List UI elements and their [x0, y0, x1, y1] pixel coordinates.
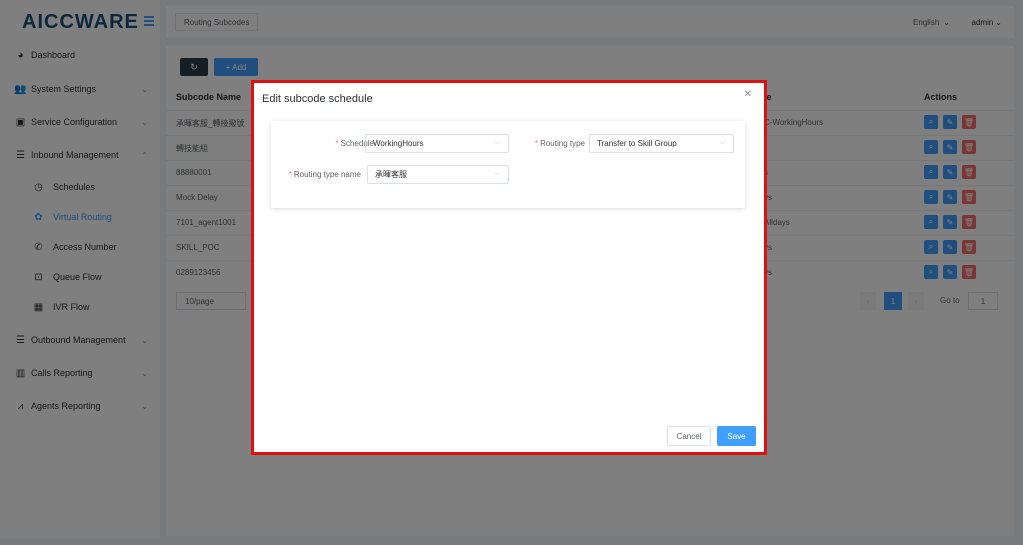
close-icon[interactable]: ✕: [744, 89, 752, 100]
routing-type-name-value: 承暉客服: [375, 170, 407, 179]
cancel-button[interactable]: Cancel: [667, 426, 711, 446]
chevron-down-icon: ⌵: [494, 139, 500, 146]
schedule-value: WorkingHours: [373, 139, 424, 148]
form-card: * Schedule WorkingHours ⌵ * Routing type T…: [271, 121, 745, 208]
edit-subcode-dialog: Edit subcode schedule ✕ * Schedule Workin…: [251, 80, 767, 455]
schedule-select[interactable]: WorkingHours ⌵: [365, 134, 509, 153]
routing-type-name-label: * Routing type name: [288, 170, 361, 179]
chevron-down-icon: ⌵: [719, 139, 725, 146]
dialog-title: Edit subcode schedule: [262, 93, 373, 105]
routing-type-label: * Routing type: [534, 139, 585, 148]
save-button[interactable]: Save: [717, 426, 756, 446]
routing-type-value: Transfer to Skill Group: [597, 139, 677, 148]
routing-type-select[interactable]: Transfer to Skill Group ⌵: [589, 134, 734, 153]
routing-type-name-select[interactable]: 承暉客服 ⌵: [367, 165, 509, 184]
chevron-down-icon: ⌵: [494, 170, 500, 177]
